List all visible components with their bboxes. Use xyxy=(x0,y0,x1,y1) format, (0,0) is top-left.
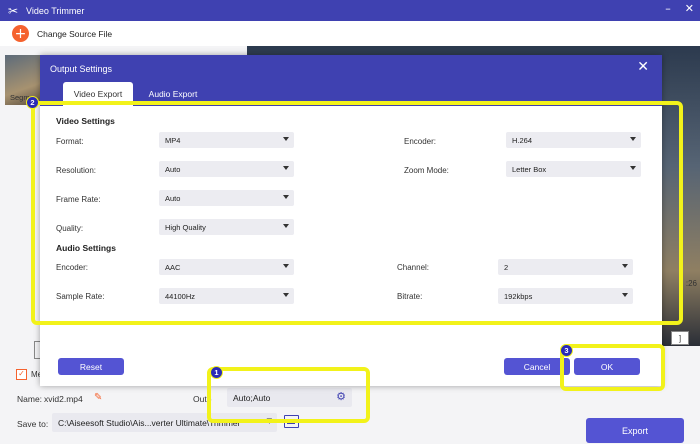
dialog-title: Output Settings xyxy=(50,64,113,74)
name-value: xvid2.mp4 xyxy=(44,394,83,404)
minimize-icon[interactable]: – xyxy=(665,2,671,15)
step-badge-3: 3 xyxy=(560,344,573,357)
step-badge-1: 1 xyxy=(210,366,223,379)
close-icon[interactable]: ✕ xyxy=(637,59,649,75)
edit-name-icon[interactable]: ✎ xyxy=(94,392,102,403)
video-settings-highlight xyxy=(31,101,683,325)
export-button[interactable]: Export xyxy=(586,418,684,443)
add-source-button[interactable]: + xyxy=(12,25,29,42)
save-to-label: Save to: xyxy=(17,419,49,429)
ok-highlight xyxy=(560,344,665,391)
name-label: Name: xyxy=(17,394,43,404)
close-window-icon[interactable]: ✕ xyxy=(685,2,694,15)
dialog-header: Output Settings ✕ Video Export Audio Exp… xyxy=(40,55,662,106)
merge-checkbox[interactable]: ✓ xyxy=(16,369,27,380)
title-bar: ✂ Video Trimmer – ✕ xyxy=(0,0,700,21)
app-title: Video Trimmer xyxy=(26,5,85,16)
time-readout: :26 xyxy=(685,279,697,288)
window-controls: – ✕ xyxy=(665,2,694,15)
top-bar: + Change Source File xyxy=(0,21,700,46)
output-highlight xyxy=(207,367,370,423)
reset-button[interactable]: Reset xyxy=(58,358,124,375)
step-badge-2: 2 xyxy=(26,96,39,109)
set-end-button[interactable]: ] xyxy=(671,331,689,345)
scissors-icon: ✂ xyxy=(7,3,19,18)
change-source-link[interactable]: Change Source File xyxy=(37,29,112,39)
